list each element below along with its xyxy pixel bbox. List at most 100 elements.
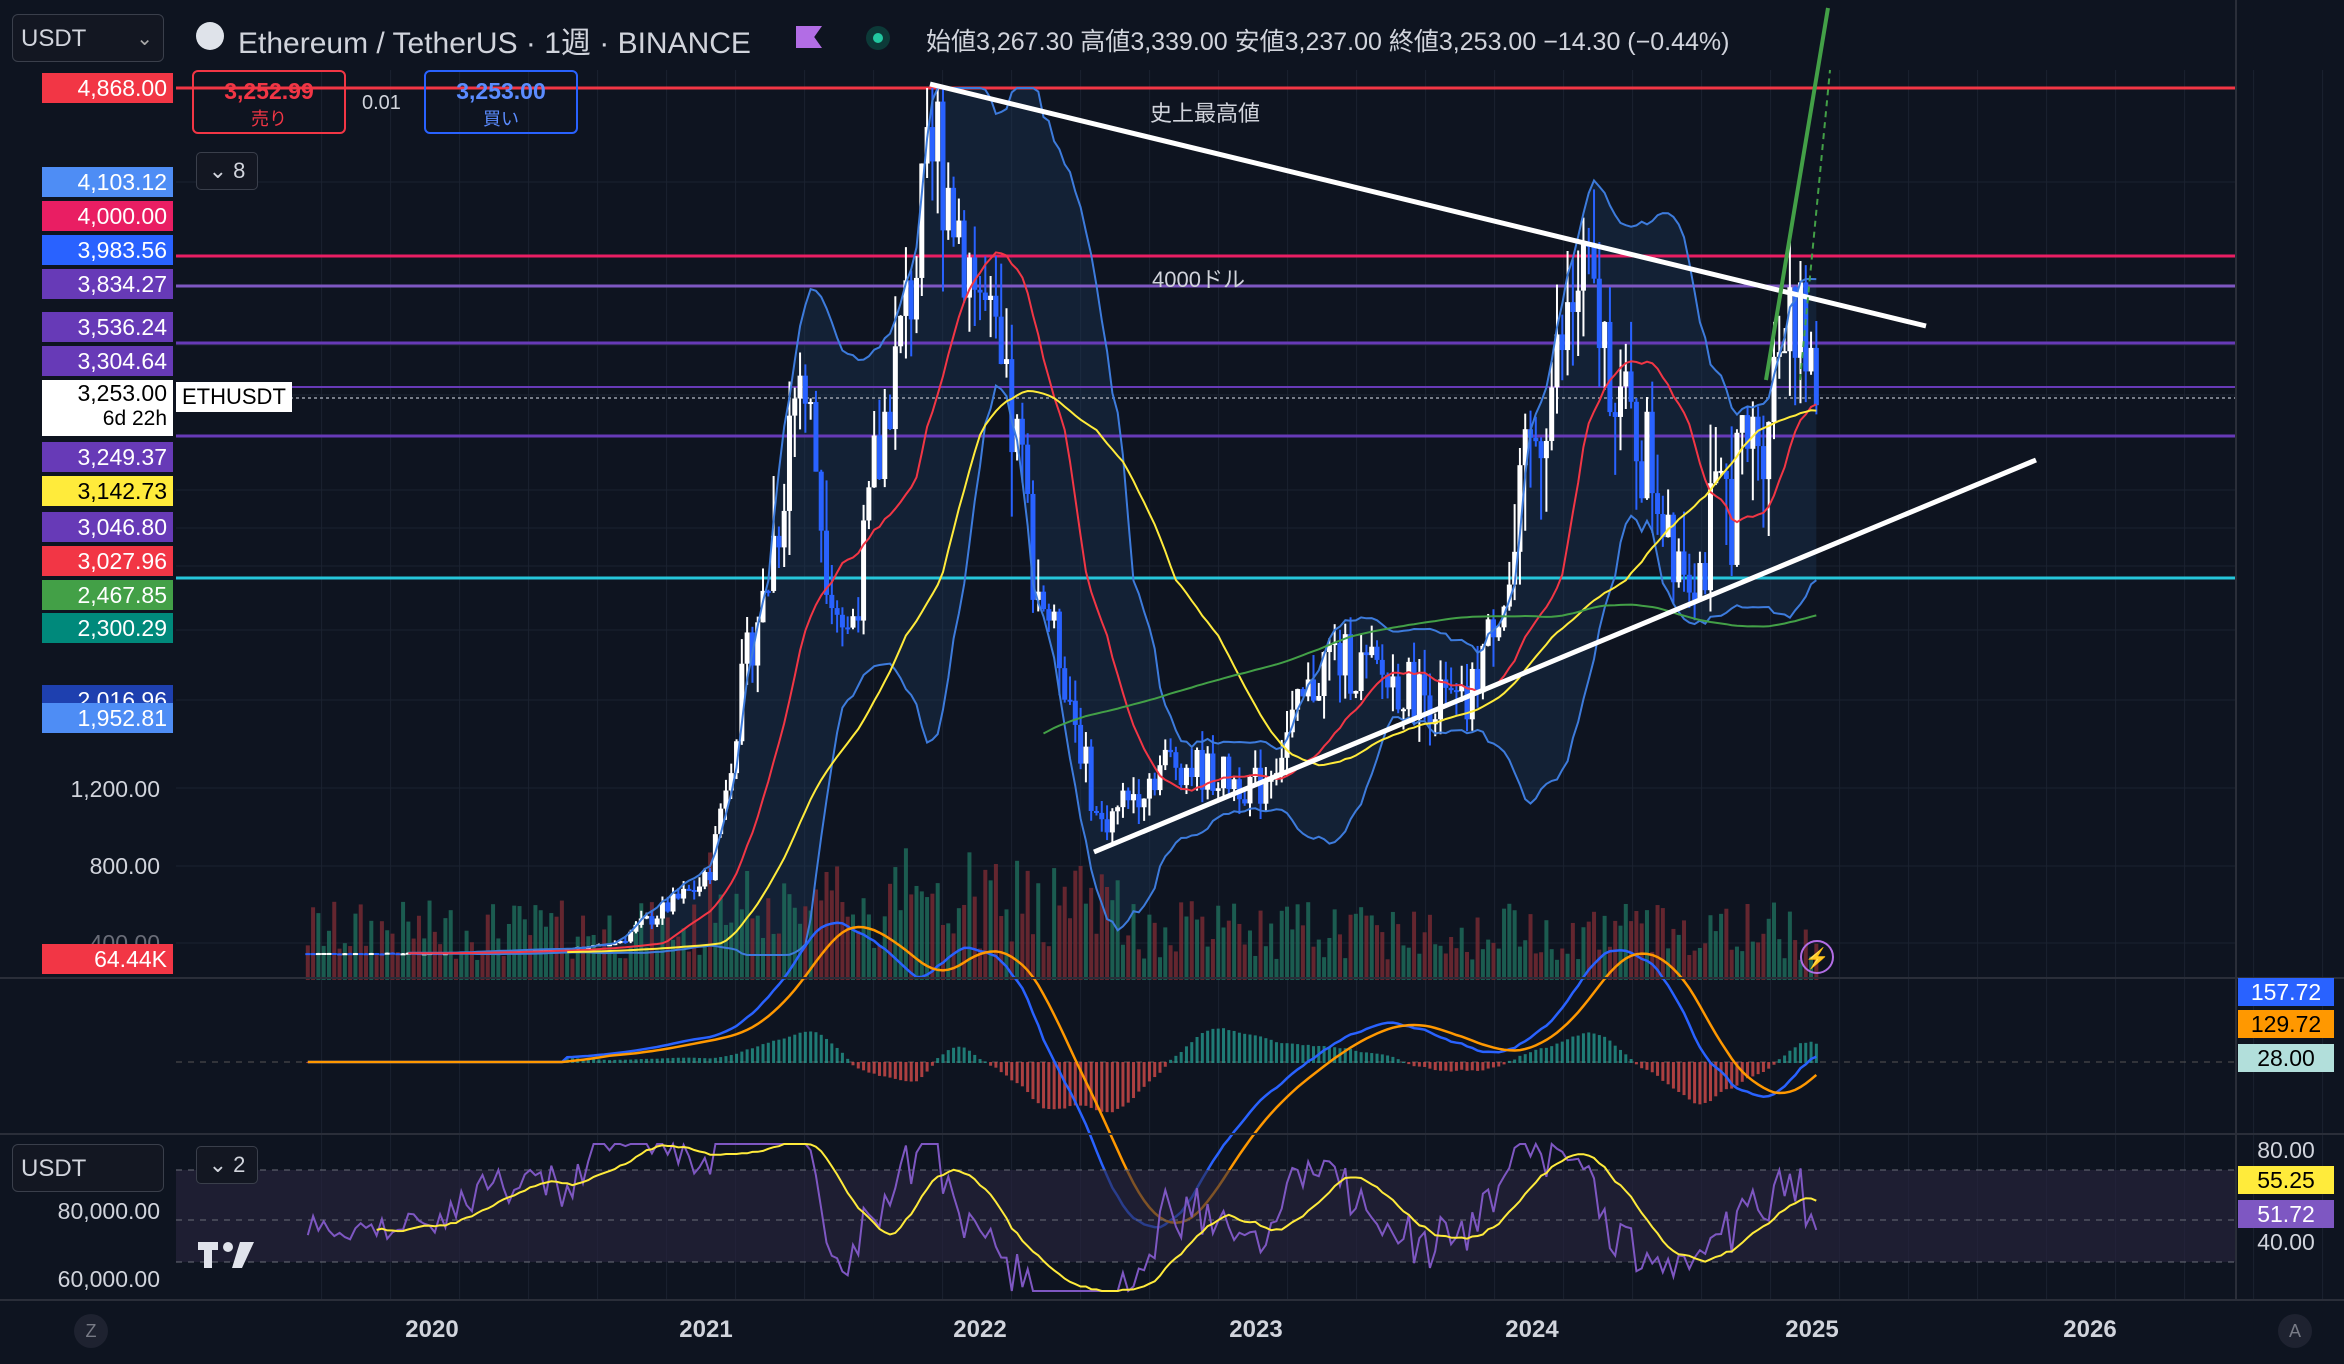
price-tag-text: 2,300.29 xyxy=(77,615,167,641)
macd-histogram-bar xyxy=(650,1058,654,1063)
volume-bar xyxy=(1332,909,1337,980)
macd-histogram-bar xyxy=(666,1058,670,1063)
buy-button[interactable]: 3,253.00 買い xyxy=(424,70,578,134)
volume-bar xyxy=(1713,931,1718,980)
candle-body xyxy=(1575,290,1581,312)
macd-histogram-bar xyxy=(645,1058,649,1063)
candle-body xyxy=(892,346,898,430)
price-tag: 2,467.85 xyxy=(42,580,173,610)
price-tag-text: 3,834.27 xyxy=(77,271,167,297)
x-tick-2020: 2020 xyxy=(405,1316,459,1343)
candle-body xyxy=(1051,611,1057,621)
candle-body xyxy=(1406,661,1412,710)
macd-histogram-bar xyxy=(1671,1062,1675,1089)
candle-body xyxy=(866,487,872,521)
volume-bar xyxy=(1390,911,1395,980)
candle-body xyxy=(898,315,904,347)
volume-bar xyxy=(792,907,797,980)
candle-body xyxy=(1676,551,1682,583)
volume-bar xyxy=(1157,957,1162,980)
rsi-toggle-button[interactable]: ⌄ 2 xyxy=(196,1146,258,1184)
candle-body xyxy=(389,952,395,955)
candle-body xyxy=(1358,652,1364,691)
lower-pane-currency-select[interactable]: USDT xyxy=(12,1144,164,1192)
volume-bar xyxy=(1766,918,1771,980)
candle-body xyxy=(691,889,697,892)
price-tag: 2,300.29 xyxy=(42,613,173,643)
sell-button[interactable]: 3,252.99 売り xyxy=(192,70,346,134)
zoom-toggle-button[interactable]: Z xyxy=(74,1314,108,1348)
volume-bar xyxy=(411,938,416,980)
candle-body xyxy=(1379,659,1385,675)
volume-bar xyxy=(1565,953,1570,980)
volume-bar xyxy=(1570,922,1575,980)
volume-bar xyxy=(761,937,766,980)
volume-bar xyxy=(1687,955,1692,980)
volume-bar xyxy=(1454,948,1459,980)
volume-bar xyxy=(1375,925,1380,980)
candle-body xyxy=(384,952,390,955)
volume-bar xyxy=(1195,919,1200,980)
macd-histogram-bar xyxy=(1354,1050,1358,1063)
macd-histogram-bar xyxy=(1036,1062,1040,1104)
volume-bar xyxy=(1221,927,1226,980)
volume-bar xyxy=(1136,949,1141,980)
candle-body xyxy=(1141,798,1147,808)
volume-bar xyxy=(369,920,374,980)
volume-bar xyxy=(1777,939,1782,980)
candle-body xyxy=(1109,811,1115,833)
symbol-title[interactable]: Ethereum / TetherUS · 1週 · BINANCE xyxy=(238,18,751,62)
rsi-indicator-count: 2 xyxy=(233,1152,246,1177)
macd-histogram-bar xyxy=(1274,1042,1278,1063)
candle-body xyxy=(1374,646,1380,660)
candle-body xyxy=(1559,334,1565,351)
volume-bar xyxy=(850,914,855,980)
candle-body xyxy=(1062,668,1068,700)
candle-body xyxy=(1093,810,1099,813)
macd-histogram-bar xyxy=(1560,1041,1564,1063)
level-4000-annotation[interactable]: 4000ドル xyxy=(1152,262,1245,294)
volume-bar xyxy=(1581,927,1586,980)
candle-body xyxy=(940,101,946,231)
price-chart[interactable] xyxy=(0,0,2344,1364)
volume-bar xyxy=(364,945,369,980)
indicators-toggle-button[interactable]: ⌄ 8 xyxy=(196,152,258,190)
candle-body xyxy=(1099,812,1105,820)
y-tick-800: 800.00 xyxy=(89,853,160,879)
volume-bar xyxy=(623,958,628,980)
macd-histogram-bar xyxy=(660,1058,664,1063)
macd-histogram-bar xyxy=(893,1062,897,1079)
candle-body xyxy=(1480,645,1486,693)
macd-histogram-bar xyxy=(1375,1053,1379,1063)
candle-body xyxy=(400,953,406,956)
ath-annotation[interactable]: 史上最高値 xyxy=(1150,96,1260,128)
candle-body xyxy=(654,918,660,925)
candle-body xyxy=(1416,674,1422,720)
volume-bar xyxy=(559,900,564,980)
macd-histogram-bar xyxy=(925,1062,929,1072)
candle-body xyxy=(1189,767,1195,778)
volume-bar xyxy=(1163,927,1168,980)
volume-bar xyxy=(1396,924,1401,980)
low-value: 3,237.00 xyxy=(1284,28,1382,56)
market-status-icon[interactable] xyxy=(866,26,890,50)
volume-bar xyxy=(1660,908,1665,980)
volume-bar xyxy=(1242,944,1247,980)
currency-select[interactable]: USDT ⌄ xyxy=(12,14,164,62)
volume-bar xyxy=(1290,929,1295,980)
volume-bar xyxy=(1719,913,1724,980)
volume-bar xyxy=(1247,930,1252,980)
volume-bar xyxy=(401,901,406,980)
macd-histogram-bar xyxy=(1169,1059,1173,1063)
volume-bar xyxy=(385,930,390,980)
macd-histogram-bar xyxy=(1243,1033,1247,1063)
auto-scale-button[interactable]: A xyxy=(2278,1314,2312,1348)
volume-bar xyxy=(1099,874,1104,980)
macd-histogram-bar xyxy=(729,1054,733,1063)
macd-histogram-bar xyxy=(867,1062,871,1073)
macd-histogram-bar xyxy=(1566,1039,1570,1063)
candle-body xyxy=(1231,779,1237,790)
macd-histogram-bar xyxy=(1555,1043,1559,1063)
volume-bar xyxy=(1507,903,1512,980)
lightning-icon[interactable]: ⚡ xyxy=(1800,940,1834,974)
